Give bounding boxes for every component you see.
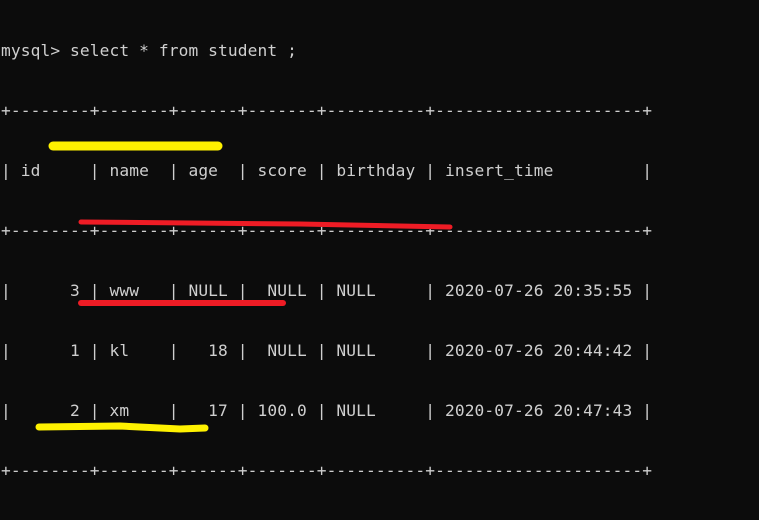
terminal-output[interactable]: mysql> select * from student ; +--------… bbox=[0, 0, 759, 520]
terminal-line: +--------+-------+------+-------+-------… bbox=[1, 221, 653, 240]
terminal-line: +--------+-------+------+-------+-------… bbox=[1, 461, 653, 480]
table-row: | 1 | kl | 18 | NULL | NULL | 2020-07-26… bbox=[1, 341, 653, 360]
terminal-window[interactable]: mysql> select * from student ; +--------… bbox=[0, 0, 759, 520]
terminal-line: mysql> select * from student ; bbox=[1, 41, 297, 60]
table-row: | 2 | xm | 17 | 100.0 | NULL | 2020-07-2… bbox=[1, 401, 653, 420]
table-header-row: | id | name | age | score | birthday | i… bbox=[1, 161, 653, 180]
table-row: | 3 | www | NULL | NULL | NULL | 2020-07… bbox=[1, 281, 653, 300]
terminal-line: +--------+-------+------+-------+-------… bbox=[1, 101, 653, 120]
